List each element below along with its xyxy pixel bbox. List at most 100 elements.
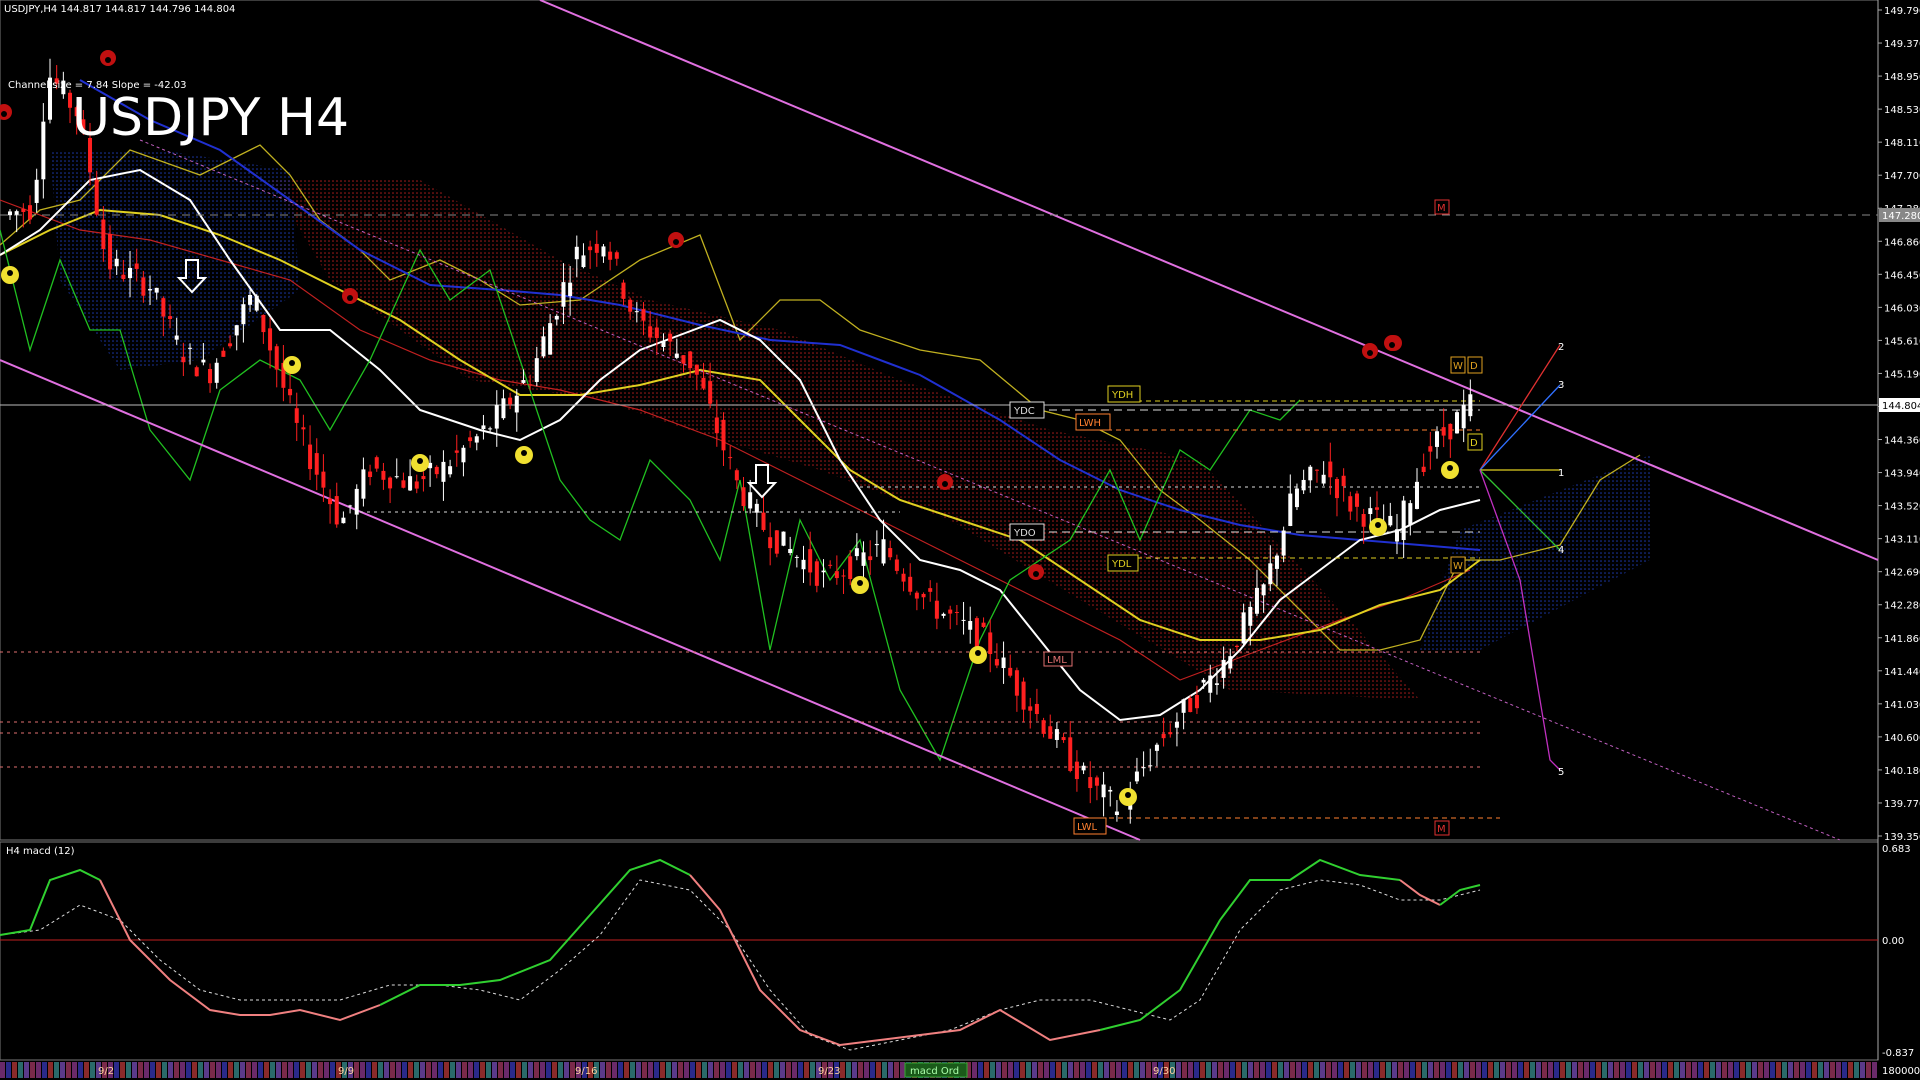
candle-body (148, 289, 153, 291)
candle-body (908, 576, 913, 592)
candle-body (1281, 530, 1286, 556)
time-strip-cell (264, 1062, 269, 1078)
big-title: USDJPY H4 (72, 88, 349, 148)
time-strip-cell (1860, 1062, 1865, 1078)
time-strip-cell (558, 1062, 563, 1078)
time-strip-cell (504, 1062, 509, 1078)
candle-body (588, 246, 593, 251)
cloud-blue-area-2 (1420, 455, 1650, 650)
candle-body (1048, 726, 1053, 739)
sell-arrow-marker (746, 464, 778, 499)
macd-line-pink-1 (99, 879, 381, 1022)
candle-body (1254, 587, 1259, 614)
candle-body (914, 592, 919, 599)
candle-body (948, 609, 953, 614)
candle-body (221, 350, 226, 357)
candle-body (1461, 404, 1466, 429)
time-strip-cell (876, 1062, 881, 1078)
time-strip-cell (1776, 1062, 1781, 1078)
candle-body (1021, 681, 1026, 710)
cloud-red-area (270, 180, 1420, 700)
time-strip-cell (1818, 1062, 1823, 1078)
time-strip-cell (438, 1062, 443, 1078)
candle-body (1334, 479, 1339, 499)
time-strip-cell (600, 1062, 605, 1078)
time-strip-cell (1014, 1062, 1019, 1078)
time-strip-cell (1272, 1062, 1277, 1078)
time-label: 9/30 (1153, 1066, 1175, 1077)
time-strip-cell (282, 1062, 287, 1078)
time-strip-cell (1386, 1062, 1391, 1078)
candle-body (334, 496, 339, 525)
candle-body (781, 531, 786, 546)
candle-body (941, 613, 946, 616)
candle-body (141, 277, 146, 296)
time-strip-cell (414, 1062, 419, 1078)
candle-body (1074, 761, 1079, 780)
time-strip-cell (516, 1062, 521, 1078)
time-strip-cell (720, 1062, 725, 1078)
candle-body (1081, 765, 1086, 771)
time-strip-cell (1266, 1062, 1271, 1078)
price-tick-label: 143.520 (1884, 502, 1920, 513)
candle-body (514, 395, 519, 413)
tag-d-mid: D (1467, 433, 1483, 451)
candle-body (1181, 699, 1186, 713)
price-tick-label: 148.530 (1884, 105, 1920, 116)
time-strip-cell (1440, 1062, 1445, 1078)
time-strip-cell (804, 1062, 809, 1078)
price-chart[interactable]: 149.790 149.370 148.950 148.530 148.110 147.7… (0, 0, 1920, 1080)
candle-body (261, 314, 266, 333)
fractal-down-marker-hole (417, 458, 423, 464)
time-strip-cell (1068, 1062, 1073, 1078)
time-strip-cell (1806, 1062, 1811, 1078)
time-strip-cell (1788, 1062, 1793, 1078)
time-strip-cell (1740, 1062, 1745, 1078)
time-strip-cell (1470, 1062, 1475, 1078)
candle-body (714, 417, 719, 434)
time-strip-cell (624, 1062, 629, 1078)
candle-body (1368, 508, 1373, 515)
candle-body (1154, 744, 1159, 751)
time-strip-cell (738, 1062, 743, 1078)
candle-body (528, 384, 533, 386)
time-strip-cell (426, 1062, 431, 1078)
time-strip-cell (1182, 1062, 1187, 1078)
time-strip-cell (408, 1062, 413, 1078)
candle-body (661, 341, 666, 347)
time-strip-cell (1836, 1062, 1841, 1078)
candle-body (294, 408, 299, 423)
candle-body (694, 364, 699, 375)
candle-body (94, 179, 99, 215)
time-strip-cell (330, 1062, 335, 1078)
candle-body (621, 282, 626, 299)
candle-body (1468, 394, 1473, 417)
time-strip-cell (1260, 1062, 1265, 1078)
candle-body (1454, 412, 1459, 434)
candle-body (761, 512, 766, 530)
time-strip-cell (216, 1062, 221, 1078)
candle-body (641, 309, 646, 321)
candle-body (354, 488, 359, 515)
time-strip-cell (48, 1062, 53, 1078)
svg-text:W: W (1453, 561, 1463, 572)
time-strip-cell (198, 1062, 203, 1078)
fractal-up-marker-hole (1367, 350, 1373, 356)
candle-body (401, 480, 406, 488)
time-strip-cell (1710, 1062, 1715, 1078)
time-strip-cell (852, 1062, 857, 1078)
time-strip-cell (1008, 1062, 1013, 1078)
tag-lwh: LWH (1075, 413, 1111, 431)
time-strip-cell (672, 1062, 677, 1078)
time-strip-cell (234, 1062, 239, 1078)
candle-body (1341, 475, 1346, 487)
fractal-up-marker-hole (347, 295, 353, 301)
time-strip-cell (810, 1062, 815, 1078)
candle-body (1448, 423, 1453, 440)
time-strip-cell (1308, 1062, 1313, 1078)
time-strip-cell (354, 1062, 359, 1078)
time-strip-cell (1284, 1062, 1289, 1078)
price-tick-label: 146.030 (1884, 303, 1920, 314)
candle-body (1068, 737, 1073, 771)
time-strip-cell (1002, 1062, 1007, 1078)
